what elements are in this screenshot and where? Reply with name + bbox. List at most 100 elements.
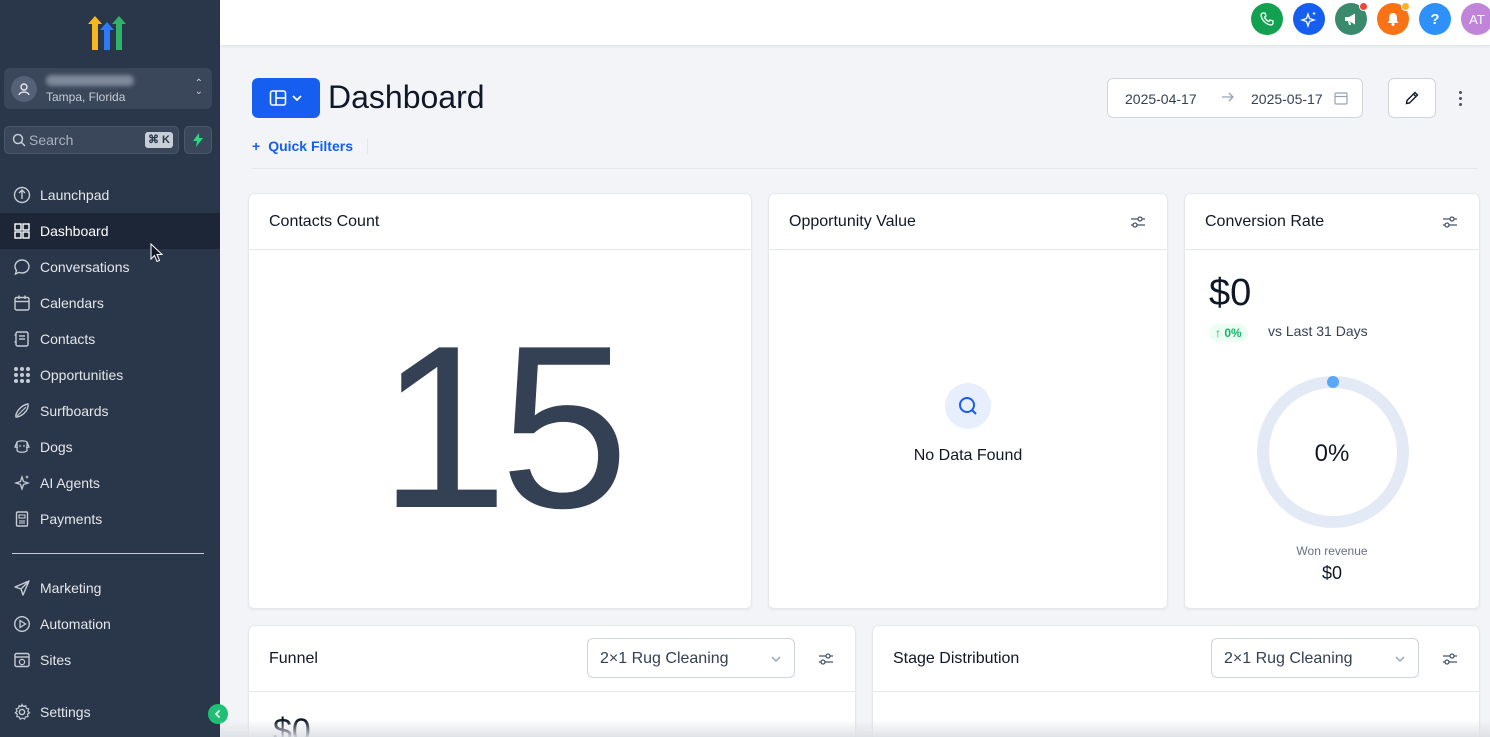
filter-settings-icon[interactable] bbox=[1441, 213, 1459, 231]
top-bar: ? AT bbox=[220, 0, 1490, 46]
card-title: Conversion Rate bbox=[1205, 213, 1325, 230]
pipeline-select[interactable]: 2×1 Rug Cleaning bbox=[1211, 638, 1419, 678]
calendar-icon bbox=[1334, 91, 1348, 108]
app-logo[interactable] bbox=[86, 14, 130, 52]
date-start[interactable]: 2025-04-17 bbox=[1125, 91, 1197, 107]
sidebar-item-opportunities[interactable]: Opportunities bbox=[0, 357, 220, 393]
search-box[interactable]: ⌘ K bbox=[4, 126, 179, 154]
chevron-left-icon bbox=[214, 709, 221, 719]
automation-icon bbox=[12, 614, 32, 634]
date-range-picker[interactable]: 2025-04-17 2025-05-17 bbox=[1107, 78, 1363, 118]
opportunity-value-card: Opportunity Value No Data Found bbox=[768, 193, 1168, 609]
sidebar-item-automation[interactable]: Automation bbox=[0, 606, 220, 642]
account-switcher[interactable]: Tampa, Florida ⌃ ⌄ bbox=[4, 68, 212, 109]
sparkle-icon bbox=[1300, 11, 1317, 28]
filter-settings-icon[interactable] bbox=[1129, 213, 1147, 231]
sidebar-item-contacts[interactable]: Contacts bbox=[0, 321, 220, 357]
layout-icon bbox=[269, 90, 287, 106]
sidebar-item-calendars[interactable]: Calendars bbox=[0, 285, 220, 321]
card-header: Stage Distribution 2×1 Rug Cleaning bbox=[873, 626, 1479, 692]
header-divider bbox=[252, 168, 1478, 169]
sidebar-item-label: Surfboards bbox=[40, 403, 109, 419]
phone-button[interactable] bbox=[1251, 3, 1283, 35]
more-options-icon[interactable] bbox=[1452, 88, 1468, 108]
sidebar-item-label: Calendars bbox=[40, 295, 104, 311]
conversion-rate-card: Conversion Rate $0 ↑ 0% vs Last 31 Days … bbox=[1184, 193, 1480, 609]
sidebar-item-label: Dashboard bbox=[40, 223, 109, 239]
edit-dashboard-button[interactable] bbox=[1388, 78, 1436, 118]
chevron-down-icon bbox=[292, 95, 302, 102]
arrow-up-icon: ↑ bbox=[1215, 326, 1225, 340]
sidebar-item-label: Automation bbox=[40, 616, 111, 632]
sidebar-item-surfboards[interactable]: Surfboards bbox=[0, 393, 220, 429]
user-avatar[interactable]: AT bbox=[1461, 3, 1490, 35]
card-header: Opportunity Value bbox=[769, 194, 1167, 250]
sidebar-item-marketing[interactable]: Marketing bbox=[0, 570, 220, 606]
search-icon bbox=[945, 383, 991, 429]
dashboard-icon bbox=[12, 221, 32, 241]
payments-icon bbox=[12, 509, 32, 529]
sidebar-item-launchpad[interactable]: Launchpad bbox=[0, 177, 220, 213]
plus-icon: + bbox=[252, 138, 261, 154]
opportunities-icon bbox=[12, 365, 32, 385]
gear-icon bbox=[12, 702, 32, 722]
sidebar-item-conversations[interactable]: Conversations bbox=[0, 249, 220, 285]
card-header: Conversion Rate bbox=[1185, 194, 1479, 250]
chevron-down-icon bbox=[1395, 656, 1405, 662]
dashboard-switcher-button[interactable] bbox=[252, 78, 320, 118]
card-title: Funnel bbox=[269, 650, 318, 667]
sidebar-item-label: Dogs bbox=[40, 439, 73, 455]
dog-icon bbox=[12, 437, 32, 457]
conversion-value: $0 bbox=[1209, 272, 1252, 314]
launchpad-icon bbox=[12, 185, 32, 205]
card-header: Funnel 2×1 Rug Cleaning bbox=[249, 626, 855, 692]
chevron-updown-icon: ⌃ ⌄ bbox=[194, 78, 203, 97]
sidebar: Tampa, Florida ⌃⌄ ⌘ K Launchpad Dashboar… bbox=[0, 0, 228, 737]
ai-assistant-button[interactable] bbox=[1293, 3, 1325, 35]
help-button[interactable]: ? bbox=[1419, 3, 1451, 35]
contacts-icon bbox=[12, 329, 32, 349]
sidebar-item-label: Marketing bbox=[40, 580, 102, 596]
search-shortcut: ⌘ K bbox=[145, 132, 173, 148]
card-title: Contacts Count bbox=[269, 213, 380, 230]
sidebar-item-label: Launchpad bbox=[40, 187, 110, 203]
sidebar-item-dogs[interactable]: Dogs bbox=[0, 429, 220, 465]
sidebar-item-label: Payments bbox=[40, 511, 103, 527]
announcements-button[interactable] bbox=[1335, 2, 1368, 35]
search-icon bbox=[12, 133, 26, 147]
pipeline-select[interactable]: 2×1 Rug Cleaning bbox=[587, 638, 795, 678]
sidebar-divider bbox=[12, 553, 204, 554]
surfboard-icon bbox=[12, 401, 32, 421]
filter-settings-icon[interactable] bbox=[817, 650, 835, 668]
search-input[interactable] bbox=[29, 132, 139, 148]
notifications-button[interactable] bbox=[1377, 2, 1410, 35]
quick-action-button[interactable] bbox=[184, 126, 212, 154]
sparkle-icon bbox=[12, 473, 32, 493]
quick-filters-button[interactable]: + Quick Filters bbox=[252, 138, 353, 154]
sidebar-item-settings[interactable]: Settings bbox=[0, 694, 220, 730]
contacts-count-value: 15 bbox=[378, 298, 629, 557]
location-icon bbox=[11, 76, 37, 102]
notification-dot bbox=[1401, 2, 1410, 11]
won-revenue-label: Won revenue bbox=[1296, 544, 1368, 558]
page-title: Dashboard bbox=[328, 79, 485, 115]
sidebar-item-ai-agents[interactable]: AI Agents bbox=[0, 465, 220, 501]
loading-overlay bbox=[220, 720, 1490, 737]
filter-settings-icon[interactable] bbox=[1441, 650, 1459, 668]
won-revenue-value: $0 bbox=[1321, 563, 1343, 583]
change-value: 0% bbox=[1224, 326, 1242, 340]
notification-dot bbox=[1359, 2, 1368, 11]
date-end[interactable]: 2025-05-17 bbox=[1251, 91, 1323, 107]
sidebar-item-label: AI Agents bbox=[40, 475, 100, 491]
card-title: Opportunity Value bbox=[789, 213, 916, 230]
quick-filters-label: Quick Filters bbox=[268, 138, 353, 154]
card-title: Stage Distribution bbox=[893, 650, 1020, 667]
pencil-icon bbox=[1405, 91, 1419, 105]
bolt-icon bbox=[193, 133, 203, 147]
sidebar-item-sites[interactable]: Sites bbox=[0, 642, 220, 678]
contacts-count-card: Contacts Count 15 bbox=[248, 193, 752, 609]
sidebar-item-label: Conversations bbox=[40, 259, 130, 275]
send-icon bbox=[12, 578, 32, 598]
sidebar-item-dashboard[interactable]: Dashboard bbox=[0, 213, 220, 249]
sidebar-item-payments[interactable]: Payments bbox=[0, 501, 220, 537]
